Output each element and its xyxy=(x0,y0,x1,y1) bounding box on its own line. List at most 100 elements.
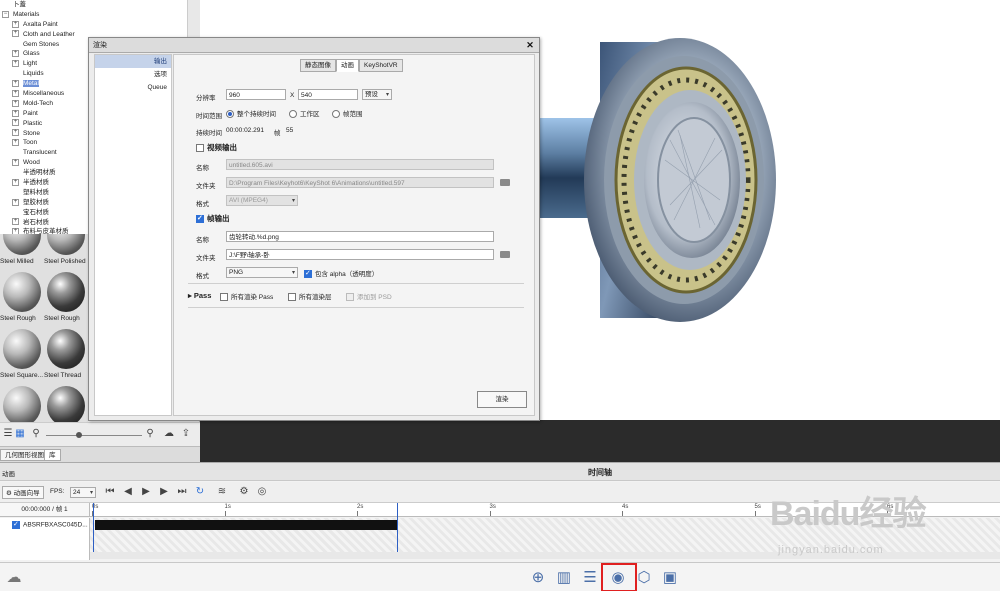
tree-item-label: 卜蓋 xyxy=(13,1,26,8)
expand-icon[interactable]: + xyxy=(12,109,19,117)
expand-icon[interactable]: + xyxy=(12,30,19,38)
frame-format-select[interactable]: PNG ▾ xyxy=(226,267,298,278)
preset-select[interactable]: 预设 ▾ xyxy=(362,89,392,100)
nav-queue[interactable]: Queue xyxy=(95,81,171,94)
expand-icon[interactable]: + xyxy=(12,60,19,68)
tick-label: 3s xyxy=(489,504,496,510)
pass-all-render-passes[interactable]: 所有渲染 Pass xyxy=(220,291,273,302)
loop-icon[interactable]: ↻ xyxy=(194,486,206,498)
frame-format-value: PNG xyxy=(229,269,244,276)
material-thumbnail[interactable]: Steel Thread xyxy=(44,326,88,383)
close-icon[interactable]: ✕ xyxy=(525,40,535,50)
work-area-end-marker[interactable] xyxy=(397,503,398,552)
expand-icon[interactable]: + xyxy=(12,79,19,87)
expand-icon[interactable]: + xyxy=(12,159,19,167)
tab-library[interactable]: 库 xyxy=(44,449,61,461)
material-thumbnail[interactable]: Steel Rough xyxy=(44,269,88,326)
material-thumbnail[interactable]: Steel Rough xyxy=(0,269,44,326)
frame-output-toggle[interactable]: 帧输出 xyxy=(196,213,230,224)
project-icon[interactable]: ☰ xyxy=(580,568,600,588)
preset-value: 预设 xyxy=(365,91,378,98)
render-button[interactable]: 渲染 xyxy=(477,391,527,408)
video-format-select[interactable]: AVI (MPEG4) ▾ xyxy=(226,195,298,206)
expand-icon[interactable]: + xyxy=(12,218,19,226)
expand-icon[interactable]: + xyxy=(12,99,19,107)
list-view-icon[interactable]: ☰ xyxy=(2,428,14,440)
folder-icon[interactable] xyxy=(500,251,510,258)
tab-scene-tree[interactable]: 几何图形视图 xyxy=(0,449,49,461)
playhead[interactable] xyxy=(93,503,94,552)
render-icon[interactable]: ▣ xyxy=(660,568,680,588)
material-thumbnail[interactable] xyxy=(0,383,44,422)
expand-icon[interactable]: + xyxy=(12,178,19,186)
tab-keyshotvr[interactable]: KeyShotVR xyxy=(359,59,403,72)
grid-view-icon[interactable]: ▦ xyxy=(14,428,26,440)
material-thumbnails[interactable]: Steel Milled Steel Polished Steel Rough Ste… xyxy=(0,234,88,422)
import-icon[interactable]: ⇪ xyxy=(180,428,192,440)
nav-output[interactable]: 输出 xyxy=(95,55,171,68)
tree-item[interactable]: 卜蓋 xyxy=(0,0,187,10)
tree-item-label: 塑胶材质 xyxy=(23,198,49,206)
tab-animation[interactable]: 动画 xyxy=(336,59,359,72)
height-input[interactable]: 540 xyxy=(298,89,358,100)
pass-add-to-psd[interactable]: 添加到 PSD xyxy=(346,291,392,302)
track-row[interactable]: ABSRFBXASC045D... xyxy=(12,520,88,529)
thumbnail-size-slider[interactable] xyxy=(46,432,142,438)
slider-handle[interactable] xyxy=(76,432,82,438)
cloud-icon[interactable]: ☁ xyxy=(163,428,175,440)
onion-skin-icon[interactable]: ≋ xyxy=(216,486,228,498)
tree-item[interactable]: − Materials xyxy=(0,10,187,20)
folder-icon[interactable] xyxy=(500,179,510,186)
material-thumbnail[interactable]: Steel Polished xyxy=(44,234,88,269)
expand-icon[interactable]: + xyxy=(12,129,19,137)
frame-name-input[interactable]: 齿轮转动.%d.png xyxy=(226,231,494,242)
animation-clip[interactable] xyxy=(95,520,398,530)
video-folder-input[interactable]: D:\Program Files\Keyhot6\KeyShot 6\Anima… xyxy=(226,177,494,188)
library-toolbar: ☰ ▦ ⚲ ⚲ ☁ ⇪ xyxy=(0,422,200,446)
tab-still-image[interactable]: 静态图像 xyxy=(300,59,336,72)
tick-label: 2s xyxy=(357,504,364,510)
expand-icon[interactable]: + xyxy=(12,119,19,127)
zoom-in-icon[interactable]: ⚲ xyxy=(144,428,156,440)
material-preview-sphere xyxy=(47,386,85,422)
radio-work-area[interactable]: 工作区 xyxy=(289,108,320,119)
expand-icon[interactable]: + xyxy=(12,50,19,58)
nav-options[interactable]: 选项 xyxy=(95,68,171,81)
material-thumbnail[interactable]: Steel Milled xyxy=(0,234,44,269)
tree-item-label: Toon xyxy=(23,139,38,147)
tree-item[interactable]: + Axalta Paint xyxy=(0,20,187,30)
go-to-start-icon[interactable]: ⏮ xyxy=(104,486,116,498)
pass-expander[interactable]: ▸ Pass xyxy=(188,291,211,300)
camera-icon[interactable]: ◎ xyxy=(256,486,268,498)
frame-folder-input[interactable]: J:\F野\轴承-卧 xyxy=(226,249,494,260)
zoom-out-icon[interactable]: ⚲ xyxy=(30,428,42,440)
expand-icon[interactable]: + xyxy=(12,198,19,206)
play-icon[interactable]: ▶ xyxy=(140,486,152,498)
expand-icon[interactable]: + xyxy=(12,20,19,28)
fps-select[interactable]: 24 ▾ xyxy=(70,487,96,498)
viewport-footer xyxy=(200,420,1000,462)
step-forward-icon[interactable]: ▶ xyxy=(158,486,170,498)
settings-icon[interactable]: ⚙ xyxy=(238,486,250,498)
pass-all-render-layers[interactable]: 所有渲染层 xyxy=(288,291,332,302)
tree-item-label: Paint xyxy=(23,109,38,117)
library-icon[interactable]: ▥ xyxy=(554,568,574,588)
go-to-end-icon[interactable]: ⏭ xyxy=(176,486,188,498)
expand-icon[interactable]: + xyxy=(12,89,19,97)
animation-wizard-button[interactable]: ⚙ 动画向导 xyxy=(2,486,44,499)
alpha-toggle[interactable]: 包含 alpha（透明度） xyxy=(304,268,378,279)
video-output-toggle[interactable]: 视频输出 xyxy=(196,142,237,153)
step-back-icon[interactable]: ◀ xyxy=(122,486,134,498)
material-thumbnail[interactable]: Steel Square... xyxy=(0,326,44,383)
radio-entire-duration[interactable]: 整个持续时间 xyxy=(226,108,276,119)
chevron-down-icon: ▾ xyxy=(385,92,389,98)
material-thumbnail[interactable] xyxy=(44,383,88,422)
video-name-input[interactable]: untitled.605.avi xyxy=(226,159,494,170)
import-icon[interactable]: ⊕ xyxy=(528,568,548,588)
cloud-library-icon[interactable]: ☁ xyxy=(4,568,24,588)
radio-frame-range[interactable]: 帧范围 xyxy=(332,108,363,119)
collapse-icon[interactable]: − xyxy=(2,10,9,18)
width-input[interactable]: 960 xyxy=(226,89,286,100)
expand-icon[interactable]: + xyxy=(12,139,19,147)
keyshotvr-icon[interactable]: ⬡ xyxy=(634,568,654,588)
